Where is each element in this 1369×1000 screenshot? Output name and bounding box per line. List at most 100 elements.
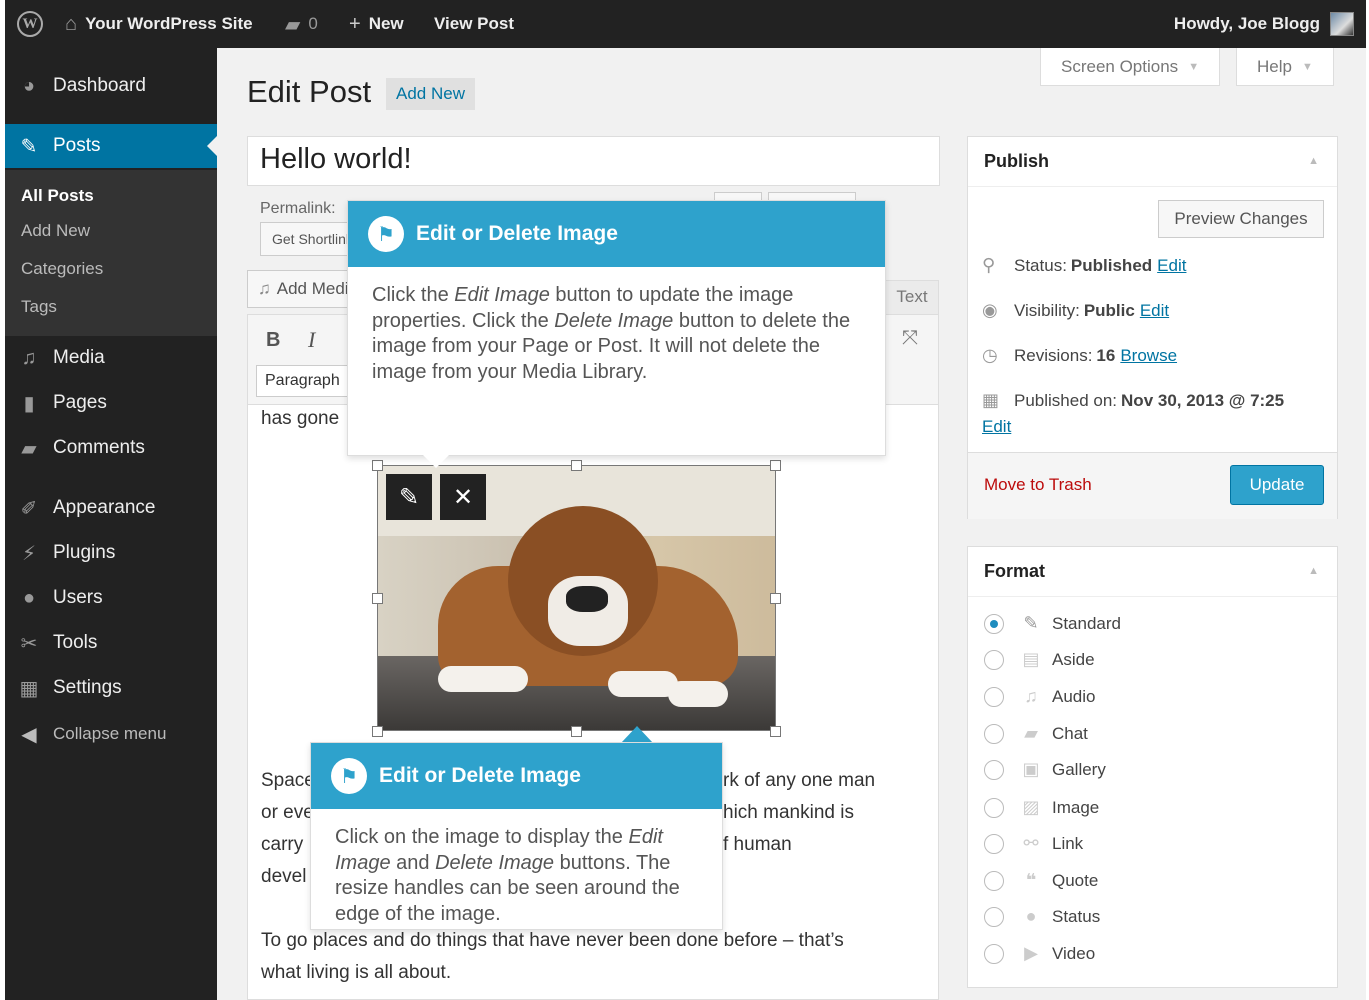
permalink-label: Permalink:: [260, 200, 336, 217]
format-option-image[interactable]: ▨ Image: [984, 797, 1099, 818]
format-option-link[interactable]: ⚯ Link: [984, 833, 1083, 854]
sidebar-item-comments[interactable]: ▰ Comments: [5, 426, 217, 470]
resize-handle[interactable]: [372, 593, 383, 604]
edit-visibility-link[interactable]: Edit: [1140, 301, 1169, 321]
sidebar-item-dashboard[interactable]: ◕ Dashboard: [5, 64, 217, 108]
edit-date-link[interactable]: Edit: [982, 417, 1011, 437]
format-option-aside[interactable]: ▤ Aside: [984, 649, 1095, 670]
post-image[interactable]: [377, 465, 776, 731]
submenu-tags[interactable]: Tags: [21, 297, 57, 317]
sidebar-item-label: Users: [53, 587, 103, 608]
format-option-video[interactable]: ▶ Video: [984, 943, 1095, 964]
radio-button[interactable]: [984, 723, 1004, 744]
format-option-audio[interactable]: ♫ Audio: [984, 686, 1095, 707]
sidebar-item-label: Pages: [53, 392, 107, 413]
submenu-categories[interactable]: Categories: [21, 259, 103, 279]
dog-paw: [668, 681, 728, 707]
close-icon: ✕: [452, 483, 474, 511]
radio-button[interactable]: [984, 906, 1004, 927]
sidebar-item-pages[interactable]: ▮ Pages: [5, 381, 217, 425]
resize-handle[interactable]: [571, 460, 582, 471]
sidebar-item-appearance[interactable]: ✐ Appearance: [5, 486, 217, 530]
resize-handle[interactable]: [770, 726, 781, 737]
format-option-chat[interactable]: ▰ Chat: [984, 723, 1088, 744]
pointer-title: Edit or Delete Image: [416, 222, 618, 245]
site-name-menu[interactable]: ⌂ Your WordPress Site: [65, 0, 253, 48]
collapse-toggle-icon[interactable]: ▲: [1308, 155, 1319, 167]
pointer-text: Click the: [372, 284, 455, 306]
submenu-add-new[interactable]: Add New: [21, 221, 90, 241]
quote-icon: ❝: [1025, 870, 1037, 890]
radio-button[interactable]: [984, 759, 1004, 780]
radio-button[interactable]: [984, 649, 1004, 670]
get-shortlink-button[interactable]: Get Shortlink: [260, 222, 350, 256]
edit-status-link[interactable]: Edit: [1157, 256, 1186, 276]
screen-options-tab[interactable]: Screen Options ▼: [1040, 48, 1221, 86]
help-label: Help: [1257, 56, 1292, 76]
screen-options-label: Screen Options: [1061, 56, 1179, 76]
radio-button[interactable]: [984, 613, 1004, 634]
resize-handle[interactable]: [571, 726, 582, 737]
preview-changes-button[interactable]: Preview Changes: [1158, 200, 1324, 238]
view-post-link[interactable]: View Post: [434, 0, 514, 48]
image-icon: ▨: [1022, 797, 1040, 817]
resize-handle[interactable]: [372, 726, 383, 737]
sidebar-item-plugins[interactable]: ⚡ Plugins: [5, 531, 217, 575]
status-icon: ●: [1025, 906, 1037, 926]
format-select[interactable]: Paragraph: [256, 365, 351, 397]
wp-logo-menu[interactable]: W: [17, 0, 43, 48]
pin-icon: ✎: [20, 135, 38, 158]
comments-menu[interactable]: ▰ 0: [285, 0, 318, 48]
collapse-toggle-icon[interactable]: ▲: [1308, 565, 1319, 577]
plugin-icon: ⚡: [21, 542, 37, 565]
resize-handle[interactable]: [770, 460, 781, 471]
publish-box: Publish ▲ Preview Changes ⚲ Status: Publ…: [967, 136, 1338, 519]
italic-button[interactable]: I: [308, 327, 315, 353]
format-option-quote[interactable]: ❝ Quote: [984, 870, 1098, 891]
sidebar-item-posts[interactable]: ✎ Posts: [5, 124, 217, 168]
browse-revisions-link[interactable]: Browse: [1120, 346, 1177, 366]
caret-down-icon: ▼: [1188, 60, 1200, 73]
dog-paw: [438, 666, 528, 692]
add-new-button[interactable]: Add New: [386, 78, 475, 110]
bold-button[interactable]: B: [266, 329, 280, 352]
fullscreen-icon[interactable]: ⤧: [902, 327, 918, 350]
sidebar-item-label: Tools: [53, 632, 98, 653]
comments-count: 0: [308, 14, 318, 33]
sidebar-item-tools[interactable]: ✂ Tools: [5, 621, 217, 665]
format-option-gallery[interactable]: ▣ Gallery: [984, 759, 1106, 780]
sidebar-item-media[interactable]: ♫ Media: [5, 336, 217, 380]
new-label: New: [368, 14, 404, 33]
sidebar-item-settings[interactable]: ▦ Settings: [5, 666, 217, 710]
format-option-standard[interactable]: ✎ Standard: [984, 613, 1121, 634]
resize-handle[interactable]: [770, 593, 781, 604]
format-label: Standard: [1052, 613, 1121, 633]
help-tab[interactable]: Help ▼: [1236, 48, 1334, 86]
move-to-trash-link[interactable]: Move to Trash: [984, 475, 1092, 495]
format-option-status[interactable]: ● Status: [984, 906, 1100, 927]
collapse-menu-button[interactable]: ◀ Collapse menu: [5, 712, 217, 756]
edit-image-button[interactable]: ✎: [386, 474, 432, 520]
user-icon: ●: [22, 586, 36, 609]
radio-button[interactable]: [984, 943, 1004, 964]
submenu-all-posts[interactable]: All Posts: [21, 186, 94, 206]
radio-button[interactable]: [984, 833, 1004, 854]
radio-button[interactable]: [984, 797, 1004, 818]
sidebar-item-users[interactable]: ● Users: [5, 576, 217, 620]
format-header[interactable]: Format ▲: [968, 547, 1337, 597]
visibility-label: Visibility:: [1014, 300, 1080, 320]
resize-handle[interactable]: [372, 460, 383, 471]
format-label: Link: [1052, 833, 1084, 853]
tab-text[interactable]: Text: [885, 280, 939, 314]
update-button[interactable]: Update: [1230, 465, 1324, 505]
radio-button[interactable]: [984, 686, 1004, 707]
delete-image-button[interactable]: ✕: [440, 474, 486, 520]
radio-button[interactable]: [984, 870, 1004, 891]
add-media-button[interactable]: ♫ Add Media: [247, 270, 357, 308]
publish-header[interactable]: Publish ▲: [968, 137, 1337, 187]
dog-nose: [566, 586, 608, 612]
my-account-menu[interactable]: Howdy, Joe Blogg: [1174, 0, 1354, 48]
post-title-input[interactable]: Hello world!: [247, 136, 940, 186]
add-media-label: Add Media: [276, 279, 357, 298]
new-content-menu[interactable]: + New: [349, 0, 404, 48]
